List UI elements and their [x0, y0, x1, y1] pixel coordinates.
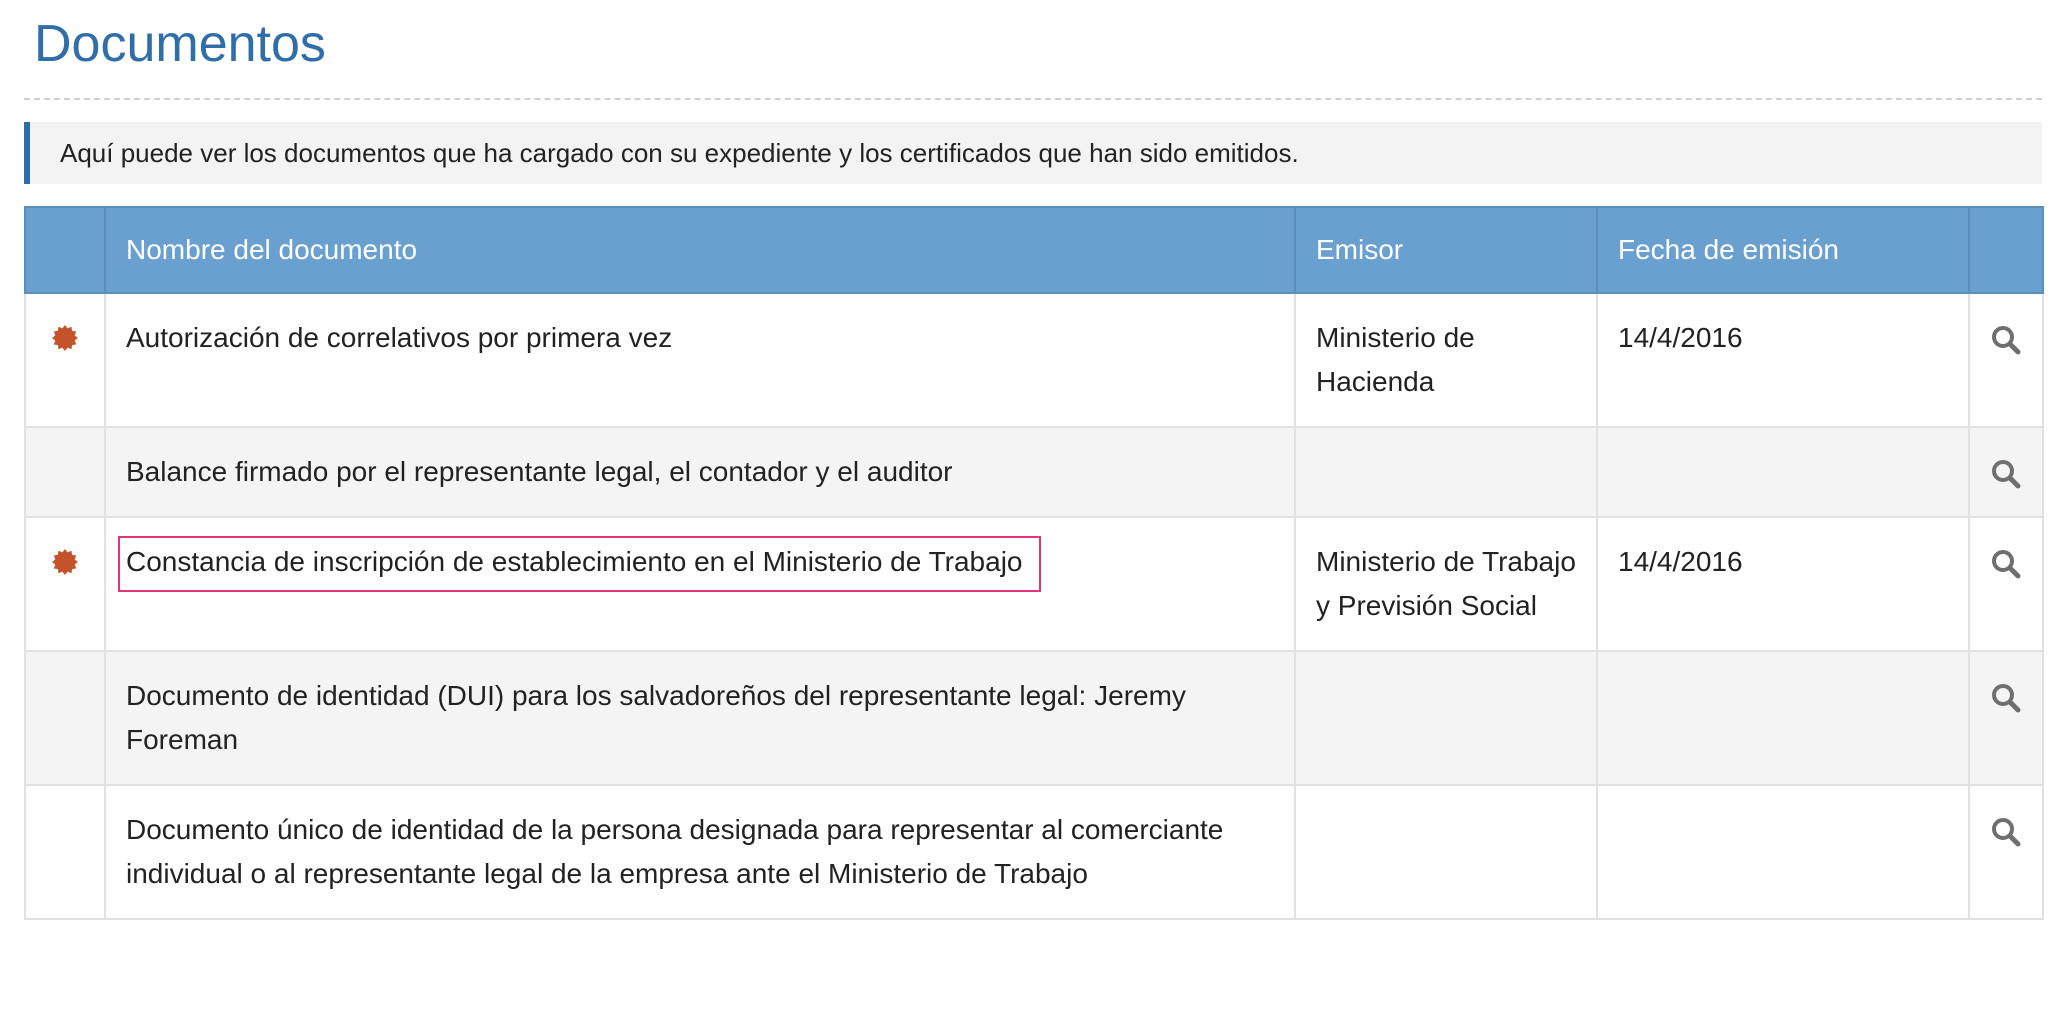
row-date-cell: 14/4/2016: [1596, 516, 1970, 652]
row-issuer-cell: [1294, 426, 1598, 518]
row-action-cell: [1968, 426, 2044, 518]
row-document-name-cell: Autorización de correlativos por primera…: [104, 292, 1296, 428]
document-name: Autorización de correlativos por primera…: [126, 322, 673, 353]
row-issuer-cell: [1294, 784, 1598, 920]
search-icon[interactable]: [1990, 458, 2022, 490]
table-row: Documento único de identidad de la perso…: [24, 784, 2044, 920]
table-row: Constancia de inscripción de establecimi…: [24, 516, 2044, 652]
table-row: Balance firmado por el representante leg…: [24, 426, 2044, 518]
row-document-name-cell: Documento único de identidad de la perso…: [104, 784, 1296, 920]
row-date-cell: [1596, 650, 1970, 786]
row-document-name-cell: Documento de identidad (DUI) para los sa…: [104, 650, 1296, 786]
table-header-row: Nombre del documento Emisor Fecha de emi…: [24, 206, 2044, 294]
document-issue-date: 14/4/2016: [1618, 322, 1743, 353]
header-issue-date: Fecha de emisión: [1596, 206, 1970, 294]
search-icon[interactable]: [1990, 682, 2022, 714]
row-issuer-cell: Ministerio de Trabajo y Previsión Social: [1294, 516, 1598, 652]
row-date-cell: 14/4/2016: [1596, 292, 1970, 428]
title-divider: [24, 98, 2042, 100]
search-icon[interactable]: [1990, 548, 2022, 580]
document-issuer: Ministerio de Trabajo y Previsión Social: [1316, 546, 1576, 621]
table-row: Documento de identidad (DUI) para los sa…: [24, 650, 2044, 786]
row-badge-cell: [24, 292, 106, 428]
row-badge-cell: [24, 650, 106, 786]
document-name: Constancia de inscripción de establecimi…: [118, 536, 1041, 592]
header-issuer: Emisor: [1294, 206, 1598, 294]
document-name: Balance firmado por el representante leg…: [126, 456, 953, 487]
info-callout: Aquí puede ver los documentos que ha car…: [24, 122, 2042, 184]
certificate-seal-icon: [52, 549, 78, 575]
row-issuer-cell: Ministerio de Hacienda: [1294, 292, 1598, 428]
table-row: Autorización de correlativos por primera…: [24, 292, 2044, 428]
document-name: Documento único de identidad de la perso…: [126, 814, 1224, 889]
header-actions-column: [1968, 206, 2044, 294]
certificate-seal-icon: [52, 325, 78, 351]
row-action-cell: [1968, 516, 2044, 652]
documents-page: Documentos Aquí puede ver los documentos…: [24, 0, 2044, 920]
row-badge-cell: [24, 516, 106, 652]
row-date-cell: [1596, 784, 1970, 920]
header-document-name: Nombre del documento: [104, 206, 1296, 294]
info-text: Aquí puede ver los documentos que ha car…: [60, 137, 1299, 168]
row-issuer-cell: [1294, 650, 1598, 786]
row-document-name-cell: Balance firmado por el representante leg…: [104, 426, 1296, 518]
row-badge-cell: [24, 426, 106, 518]
row-badge-cell: [24, 784, 106, 920]
row-action-cell: [1968, 650, 2044, 786]
documents-table-body: Autorización de correlativos por primera…: [24, 292, 2044, 920]
row-document-name-cell: Constancia de inscripción de establecimi…: [104, 516, 1296, 652]
documents-table: Nombre del documento Emisor Fecha de emi…: [24, 206, 2044, 920]
row-action-cell: [1968, 784, 2044, 920]
row-date-cell: [1596, 426, 1970, 518]
page-title: Documentos: [34, 15, 326, 73]
search-icon[interactable]: [1990, 816, 2022, 848]
document-issue-date: 14/4/2016: [1618, 546, 1743, 577]
row-action-cell: [1968, 292, 2044, 428]
search-icon[interactable]: [1990, 324, 2022, 356]
document-issuer: Ministerio de Hacienda: [1316, 322, 1475, 397]
header-badge-column: [24, 206, 106, 294]
document-name: Documento de identidad (DUI) para los sa…: [126, 680, 1186, 755]
